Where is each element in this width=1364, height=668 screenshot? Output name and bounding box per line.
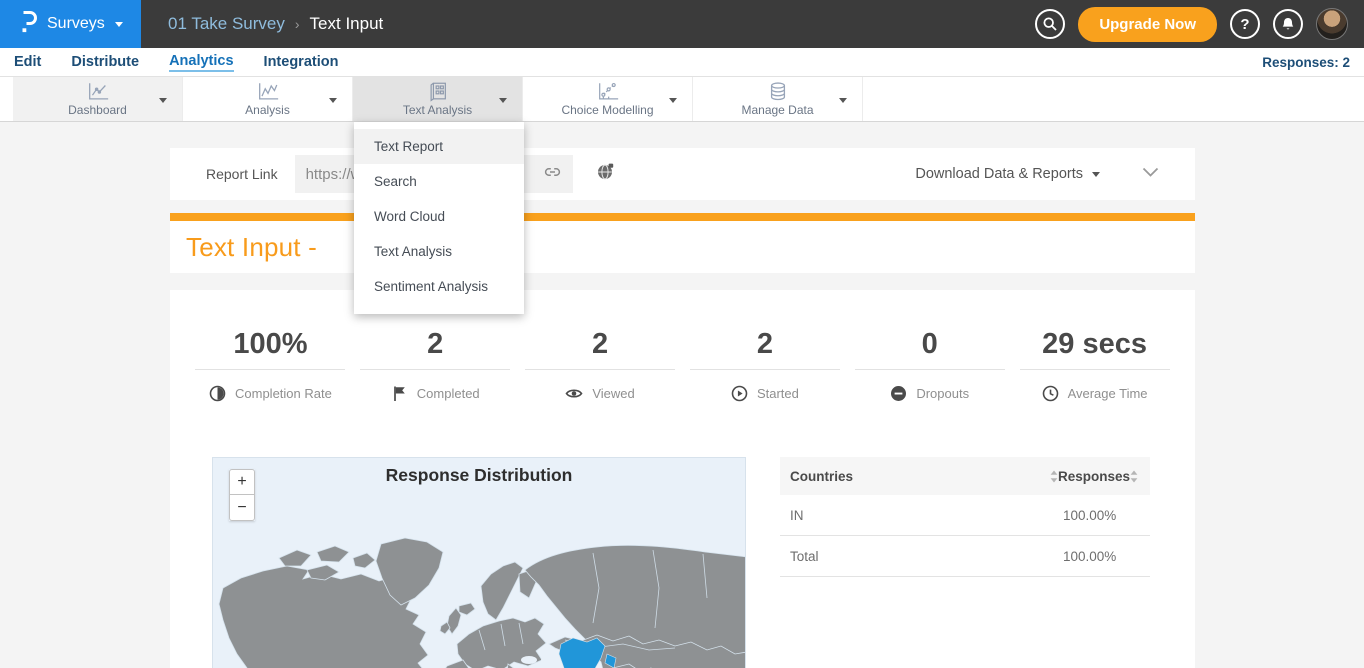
text-analysis-menu: Text Report Search Word Cloud Text Analy…: [354, 122, 524, 314]
menu-item-text-analysis[interactable]: Text Analysis: [354, 234, 524, 269]
stat-completion-rate: 100% Completion Rate: [188, 328, 353, 402]
brand-menu[interactable]: Surveys: [0, 0, 141, 48]
contrast-icon: [209, 385, 226, 402]
caret-down-icon: [159, 98, 167, 103]
caret-down-icon: [499, 98, 507, 103]
tab-manage-data[interactable]: Manage Data: [693, 77, 863, 121]
caret-down-icon: [1092, 172, 1100, 177]
countries-table: Countries Responses IN 100.00%: [780, 457, 1150, 668]
download-label: Download Data & Reports: [915, 166, 1083, 182]
nav-integration[interactable]: Integration: [264, 54, 339, 71]
question-mark-icon: ?: [1240, 16, 1249, 33]
map-zoom-out-button[interactable]: −: [229, 495, 255, 521]
question-title-bar: Text Input -: [170, 221, 1195, 273]
map-zoom-controls: + −: [229, 469, 255, 521]
caret-down-icon: [329, 98, 337, 103]
collapse-chevron-icon[interactable]: [1142, 165, 1159, 183]
responses-cell: 100.00%: [1063, 508, 1116, 523]
breadcrumb: 01 Take Survey › Text Input: [168, 14, 383, 34]
minus-circle-icon: [890, 385, 907, 402]
stat-viewed: 2 Viewed: [518, 328, 683, 402]
caret-down-icon: [669, 98, 677, 103]
distribution-panels: Response Distribution + − Countries Resp: [170, 457, 1195, 668]
questionpro-logo-icon: [20, 10, 37, 39]
tab-analysis[interactable]: Analysis: [183, 77, 353, 121]
nav-distribute[interactable]: Distribute: [71, 54, 139, 71]
eye-icon: [565, 385, 583, 402]
accent-divider: [170, 213, 1195, 221]
response-distribution-map[interactable]: Response Distribution + −: [212, 457, 746, 668]
scatter-chart-icon: [596, 81, 620, 102]
top-bar: Surveys 01 Take Survey › Text Input Upgr…: [0, 0, 1364, 48]
area-chart-icon: [256, 81, 280, 102]
text-report-icon: [427, 81, 449, 102]
download-data-reports-menu[interactable]: Download Data & Reports: [915, 166, 1100, 182]
menu-item-word-cloud[interactable]: Word Cloud: [354, 199, 524, 234]
breadcrumb-separator: ›: [295, 16, 300, 32]
nav-edit[interactable]: Edit: [14, 54, 41, 71]
search-icon: [1042, 16, 1058, 32]
line-chart-icon: [86, 81, 110, 102]
public-link-globe-icon[interactable]: [596, 162, 615, 186]
bell-icon: [1281, 17, 1295, 32]
menu-item-search[interactable]: Search: [354, 164, 524, 199]
sort-icon[interactable]: [1130, 470, 1138, 483]
responses-count: Responses: 2: [1262, 55, 1350, 70]
map-country-india[interactable]: [559, 638, 605, 668]
stat-dropouts: 0 Dropouts: [847, 328, 1012, 402]
search-button[interactable]: [1035, 9, 1065, 39]
database-icon: [767, 81, 789, 102]
responses-cell: 100.00%: [1063, 549, 1116, 564]
stat-started: 2 Started: [682, 328, 847, 402]
world-map: [213, 458, 746, 668]
map-title: Response Distribution: [213, 465, 745, 486]
stat-average-time: 29 secs Average Time: [1012, 328, 1177, 402]
flag-icon: [391, 385, 408, 402]
country-cell: Total: [790, 549, 819, 564]
table-header-row: Countries Responses: [780, 457, 1150, 495]
report-link-label: Report Link: [206, 166, 278, 182]
report-link-bar: Report Link Download Data & Reports: [170, 148, 1195, 200]
survey-nav: Edit Distribute Analytics Integration Re…: [0, 48, 1364, 76]
upgrade-now-button[interactable]: Upgrade Now: [1078, 7, 1217, 42]
breadcrumb-current-page: Text Input: [310, 14, 384, 34]
sort-icon[interactable]: [1050, 470, 1058, 483]
caret-down-icon: [839, 98, 847, 103]
nav-analytics[interactable]: Analytics: [169, 53, 233, 72]
stats-row: 100% Completion Rate 2: [170, 328, 1195, 402]
notifications-button[interactable]: [1273, 9, 1303, 39]
country-cell: IN: [790, 508, 804, 523]
page-title: Text Input -: [186, 232, 317, 263]
analytics-toolbar: Dashboard Analysis Text Analysis: [0, 76, 1364, 122]
tab-dashboard[interactable]: Dashboard: [13, 77, 183, 121]
menu-item-sentiment-analysis[interactable]: Sentiment Analysis: [354, 269, 524, 304]
clock-icon: [1042, 385, 1059, 402]
table-row-total: Total 100.00%: [780, 536, 1150, 577]
product-name: Surveys: [47, 15, 105, 33]
tab-choice-modelling[interactable]: Choice Modelling: [523, 77, 693, 121]
tab-text-analysis[interactable]: Text Analysis: [353, 77, 523, 121]
report-summary-card: 100% Completion Rate 2: [170, 290, 1195, 668]
help-button[interactable]: ?: [1230, 9, 1260, 39]
caret-down-icon: [115, 22, 123, 27]
menu-item-text-report[interactable]: Text Report: [354, 129, 524, 164]
user-avatar[interactable]: [1316, 8, 1348, 40]
table-row: IN 100.00%: [780, 495, 1150, 536]
stat-completed: 2 Completed: [353, 328, 518, 402]
play-circle-icon: [731, 385, 748, 402]
report-content: Report Link Download Data & Reports: [170, 148, 1195, 668]
breadcrumb-survey-link[interactable]: 01 Take Survey: [168, 14, 285, 34]
copy-link-icon[interactable]: [543, 164, 562, 185]
column-header-countries[interactable]: Countries: [790, 469, 853, 484]
column-header-responses[interactable]: Responses: [1058, 469, 1130, 484]
map-zoom-in-button[interactable]: +: [229, 469, 255, 495]
topbar-actions: Upgrade Now ?: [1035, 7, 1364, 42]
